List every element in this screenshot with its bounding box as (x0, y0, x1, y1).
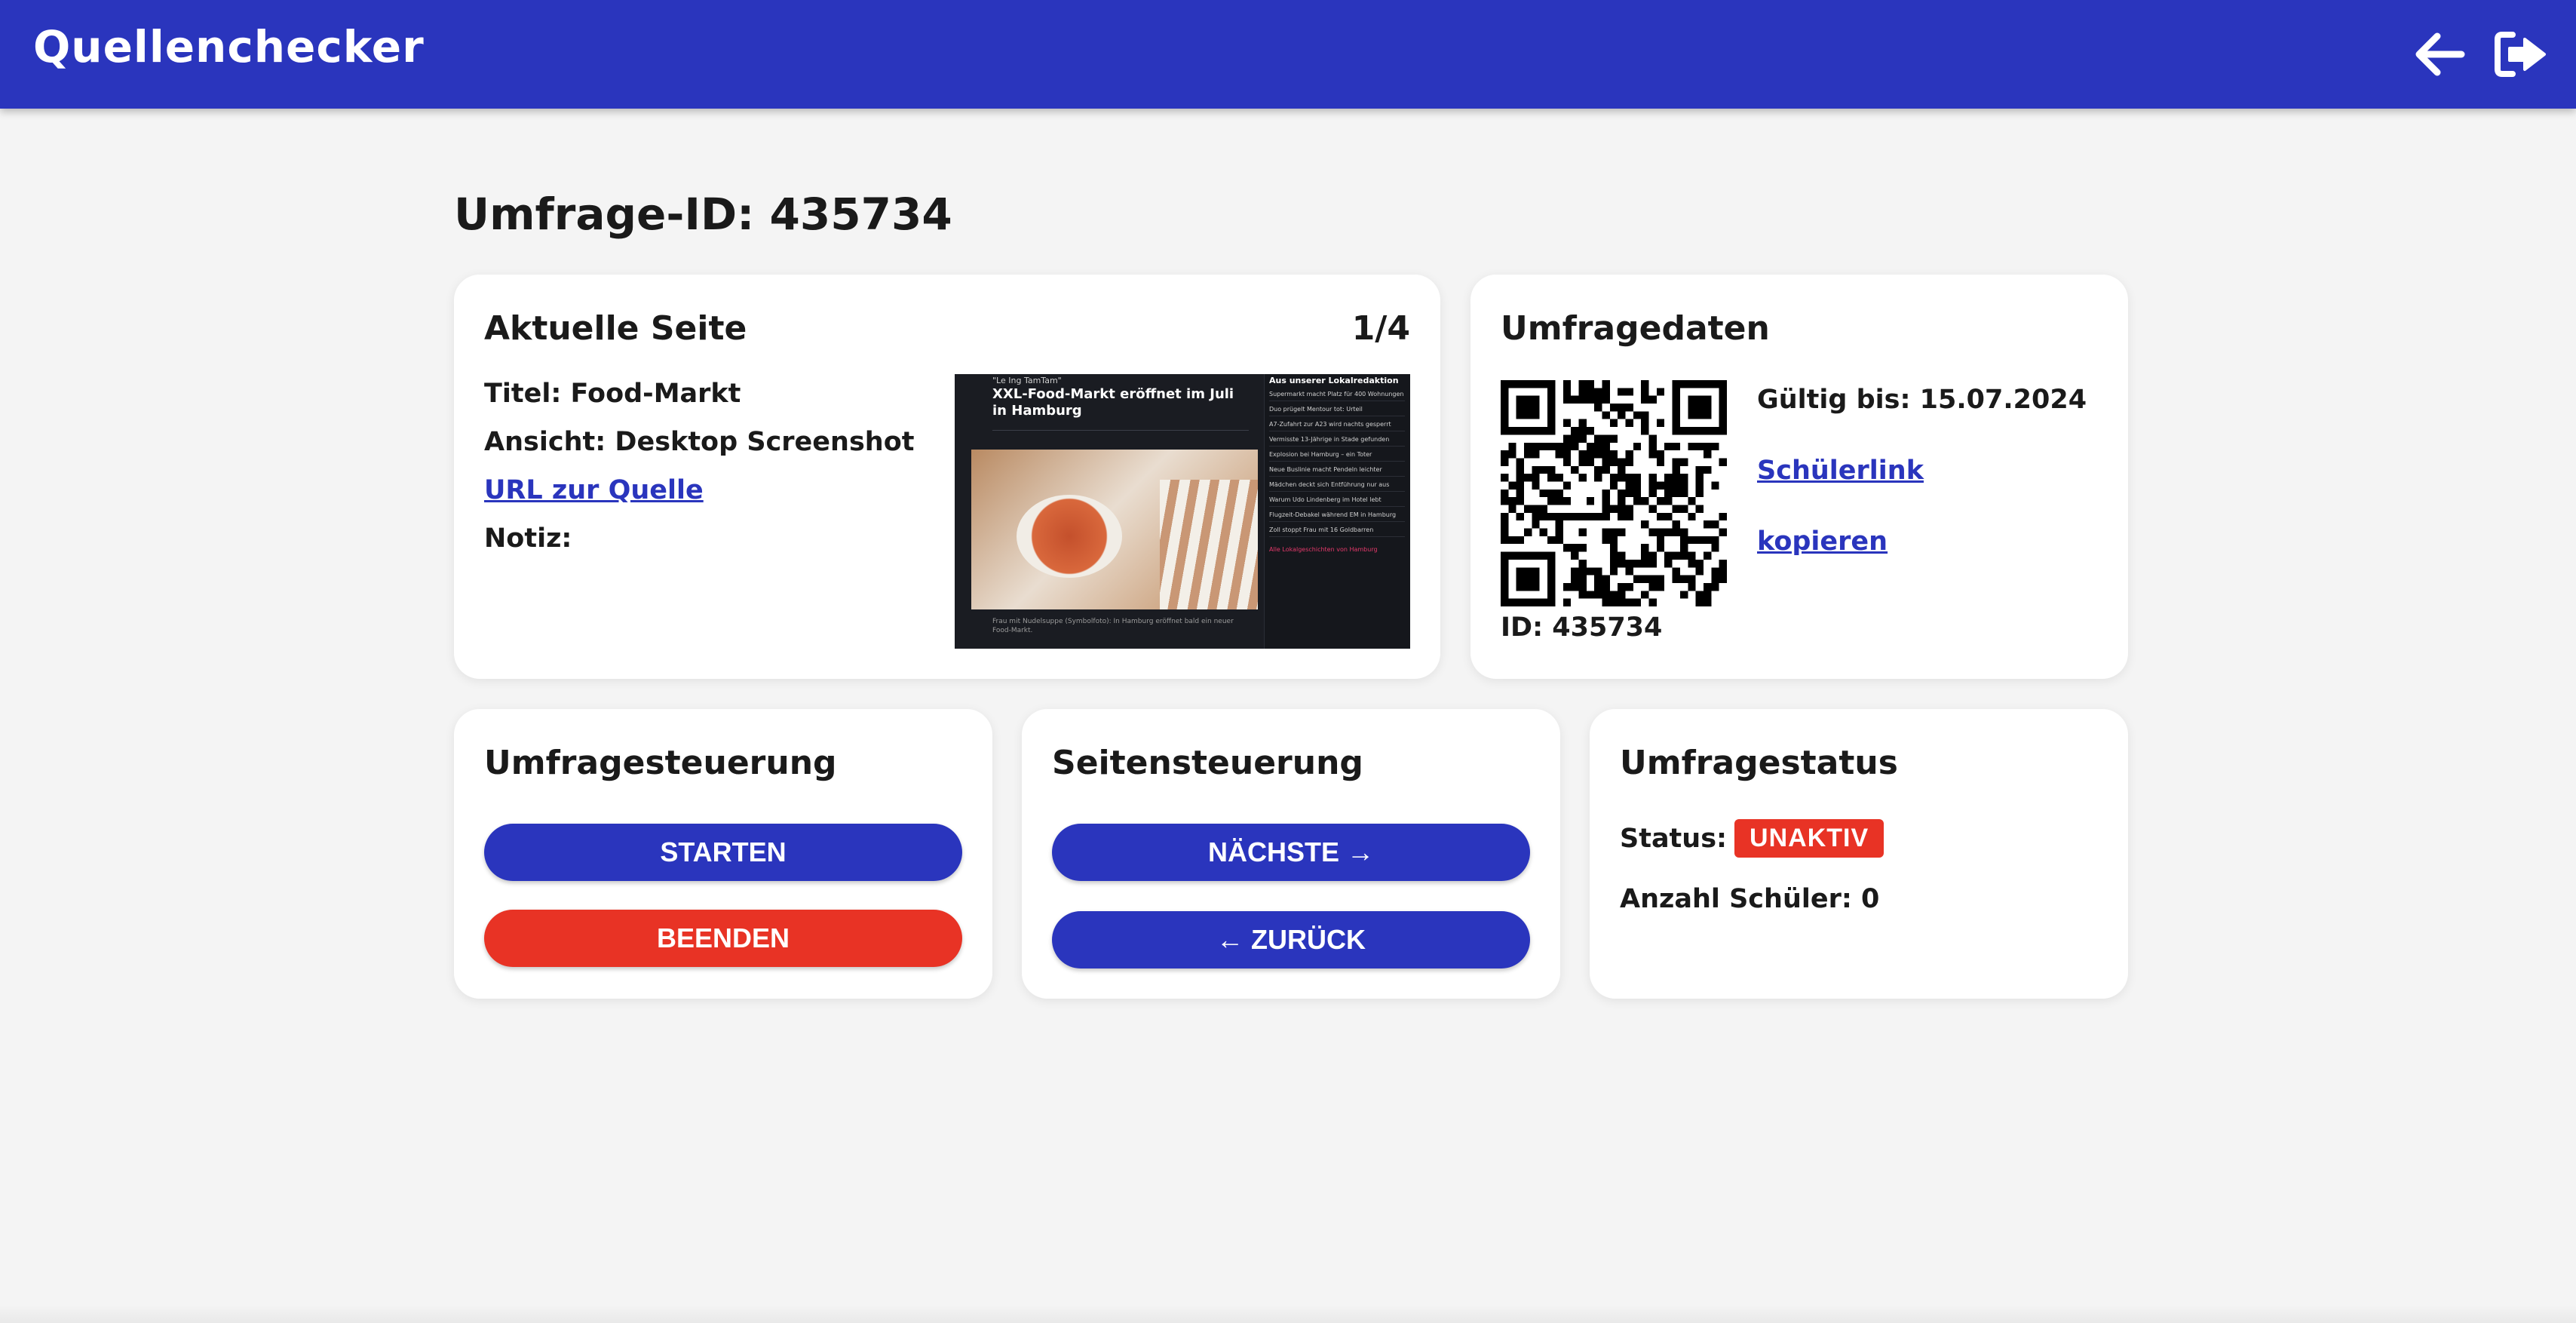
survey-control-title: Umfragesteuerung (484, 744, 837, 782)
status-badge: UNAKTIV (1734, 819, 1884, 858)
preview-photo-sleeve (1160, 480, 1258, 609)
page-title: Umfrage-ID: 435734 (454, 189, 952, 240)
preview-photo (971, 450, 1258, 609)
page-preview-image: "Le Ing TamTam" XXL-Food-Markt eröffnet … (955, 374, 1410, 649)
student-link-line: Schülerlink (1757, 456, 1924, 486)
ansicht-line: Ansicht: Desktop Screenshot (484, 427, 914, 457)
app-title: Quellenchecker (33, 21, 425, 72)
page-control-card: Seitensteuerung NÄCHSTE → ← ZURÜCK (1022, 709, 1560, 999)
notiz-label: Notiz: (484, 523, 572, 554)
status-label: Status: (1620, 823, 1728, 854)
preview-sidebar-item: Explosion bei Hamburg – ein Toter (1269, 448, 1405, 462)
valid-until-text: Gültig bis: 15.07.2024 (1757, 385, 2087, 415)
preview-sidebar-item: Duo prügelt Mentour tot: Urteil (1269, 403, 1405, 416)
copy-link[interactable]: kopieren (1757, 526, 1888, 557)
url-line: URL zur Quelle (484, 475, 704, 505)
survey-data-title: Umfragedaten (1501, 309, 1770, 348)
preview-sidebar-item: Zoll stoppt Frau mit 16 Goldbarren (1269, 523, 1405, 537)
survey-data-card: Umfragedaten Gültig bis: 15.07.2024 Schü… (1470, 275, 2128, 679)
preview-sidebar-item: Vermisste 13-Jährige in Stade gefunden (1269, 433, 1405, 447)
start-button[interactable]: STARTEN (484, 824, 962, 881)
survey-control-card: Umfragesteuerung STARTEN BEENDEN (454, 709, 992, 999)
preview-kicker: "Le Ing TamTam" (992, 376, 1062, 385)
logout-icon[interactable] (2490, 24, 2550, 84)
next-page-button[interactable]: NÄCHSTE → (1052, 824, 1530, 881)
page-counter: 1/4 (1351, 309, 1410, 348)
preview-photo-bowl (1017, 495, 1122, 578)
qr-code (1501, 380, 1727, 606)
titel-label: Titel: (484, 379, 562, 409)
preview-sidebar-item: Flugzeit-Debakel während EM in Hamburg (1269, 508, 1405, 522)
preview-sidebar-item: Supermarkt macht Platz für 400 Wohnungen (1269, 388, 1405, 401)
student-count-text: Anzahl Schüler: 0 (1620, 884, 1880, 914)
student-link[interactable]: Schülerlink (1757, 456, 1924, 486)
preview-headline: XXL-Food-Markt eröffnet im Juli in Hambu… (992, 386, 1234, 419)
current-page-title: Aktuelle Seite (484, 309, 747, 348)
page-control-title: Seitensteuerung (1052, 744, 1363, 782)
titel-value: Food-Markt (570, 379, 741, 409)
preview-sidebar: Aus unserer Lokalredaktion Supermarkt ma… (1264, 374, 1410, 649)
previous-page-button[interactable]: ← ZURÜCK (1052, 911, 1530, 968)
copy-link-line: kopieren (1757, 526, 1888, 557)
preview-meta-divider (992, 430, 1249, 444)
top-app-bar: Quellenchecker (0, 0, 2576, 109)
arrow-left-icon[interactable] (2410, 24, 2470, 84)
preview-sidebar-more: Alle Lokalgeschichten von Hamburg (1269, 546, 1378, 553)
bottom-edge-shadow (0, 1305, 2576, 1323)
survey-status-card: Umfragestatus Status: UNAKTIV Anzahl Sch… (1590, 709, 2128, 999)
preview-sidebar-item: Warum Udo Lindenberg im Hotel lebt (1269, 493, 1405, 507)
preview-sidebar-item: A7-Zufahrt zur A23 wird nachts gesperrt (1269, 418, 1405, 431)
survey-id-text: ID: 435734 (1501, 612, 1663, 643)
source-url-link[interactable]: URL zur Quelle (484, 475, 704, 505)
preview-sidebar-title: Aus unserer Lokalredaktion (1269, 376, 1399, 385)
preview-article: "Le Ing TamTam" XXL-Food-Markt eröffnet … (955, 374, 1264, 649)
preview-caption: Frau mit Nudelsuppe (Symbolfoto): In Ham… (992, 618, 1234, 634)
end-button[interactable]: BEENDEN (484, 910, 962, 967)
survey-status-title: Umfragestatus (1620, 744, 1898, 782)
current-page-card: Aktuelle Seite 1/4 Titel: Food-Markt Ans… (454, 275, 1440, 679)
preview-sidebar-item: Mädchen deckt sich Entführung nur aus (1269, 478, 1405, 492)
status-line: Status: UNAKTIV (1620, 819, 1884, 858)
ansicht-value: Desktop Screenshot (615, 427, 915, 457)
ansicht-label: Ansicht: (484, 427, 606, 457)
preview-sidebar-item: Neue Buslinie macht Pendeln leichter (1269, 463, 1405, 477)
titel-line: Titel: Food-Markt (484, 379, 741, 409)
